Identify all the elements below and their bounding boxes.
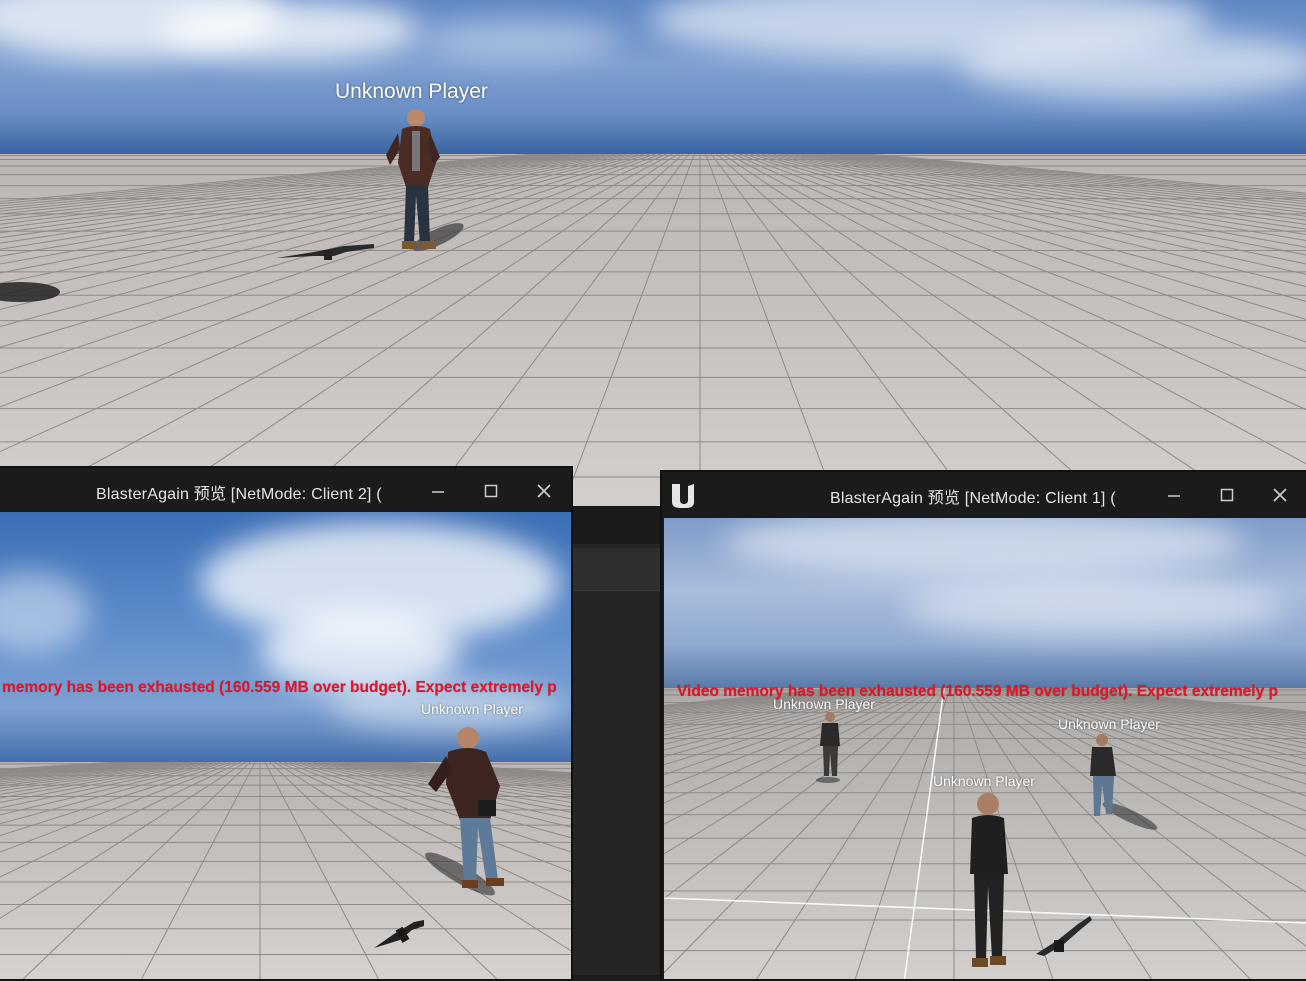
minimize-icon [432,491,444,493]
unreal-logo-icon [672,484,694,508]
client1-window-title: BlasterAgain 预览 [NetMode: Client 1] ( [830,490,1116,507]
minimize-icon [1168,495,1180,497]
client1-viewport[interactable]: Video memory has been exhausted (160.559… [664,518,1306,979]
weapon-on-floor [1036,916,1092,956]
close-icon [1273,488,1287,502]
client2-minimize-button[interactable] [418,475,458,505]
maximize-icon [1220,488,1234,502]
player-character [425,727,504,896]
client1-titlebar[interactable]: BlasterAgain 预览 [NetMode: Client 1] ( [662,472,1306,516]
weapon-on-floor [276,244,374,260]
video-memory-warning: memory has been exhausted (160.559 MB ov… [2,679,557,696]
player-name-label: Unknown Player [335,80,488,103]
player-character [816,712,840,783]
floor [0,153,1306,510]
player-name-label: Unknown Player [1058,716,1160,732]
player-character [386,109,464,251]
close-icon [537,484,551,498]
weapon-on-floor [374,920,424,948]
cloud [160,0,420,60]
client2-maximize-button[interactable] [471,475,511,505]
maximize-icon [484,484,498,498]
editor-panel-background [570,506,662,975]
client1-minimize-button[interactable] [1154,479,1194,509]
player-character [970,793,1008,967]
cloud [420,20,620,60]
main-viewport[interactable]: Unknown Player [0,0,1306,510]
cloud [960,30,1306,100]
client1-maximize-button[interactable] [1207,479,1247,509]
player-name-label: Unknown Player [933,773,1035,789]
player-character [1090,734,1158,830]
client1-window[interactable]: BlasterAgain 预览 [NetMode: Client 1] (Vi… [660,470,1306,981]
client2-close-button[interactable] [524,475,564,505]
video-memory-warning: Video memory has been exhausted (160.559… [677,683,1278,700]
client2-window-title: BlasterAgain 预览 [NetMode: Client 2] ( [96,486,382,503]
client2-titlebar[interactable]: BlasterAgain 预览 [NetMode: Client 2] ( [0,468,571,512]
player-name-label: Unknown Player [421,701,523,717]
client1-close-button[interactable] [1260,479,1300,509]
client2-window[interactable]: BlasterAgain 预览 [NetMode: Client 2] (me… [0,466,573,981]
cloud [904,578,1284,638]
client2-viewport[interactable]: memory has been exhausted (160.559 MB ov… [0,512,571,979]
